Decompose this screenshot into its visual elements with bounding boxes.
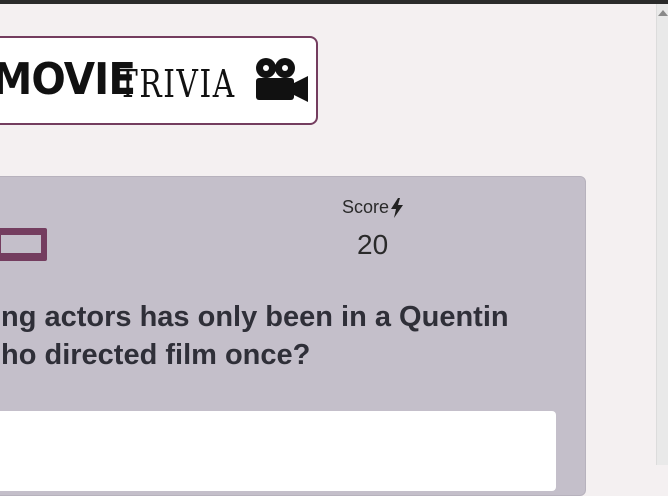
window-top-edge xyxy=(0,0,668,4)
score-label: Score xyxy=(342,197,390,217)
answer-option[interactable] xyxy=(0,411,556,491)
score-value: 20 xyxy=(357,229,389,260)
question-line-1: ng actors has only been in a Quentin xyxy=(1,301,509,333)
logo-word-movie: MOVIE xyxy=(0,54,136,105)
question-text: ng actors has only been in a Quentin ho … xyxy=(1,298,561,374)
logo-word-trivia: TRIVIA xyxy=(118,62,236,106)
question-card: Score 20 ng actors has only been in a Qu… xyxy=(0,176,586,496)
score-heading: Score xyxy=(342,197,404,218)
lightning-bolt-icon xyxy=(391,197,404,218)
scroll-up-icon[interactable] xyxy=(658,10,668,16)
vertical-scrollbar[interactable] xyxy=(656,4,668,465)
film-camera-icon xyxy=(256,58,308,102)
progress-track xyxy=(1,235,41,253)
logo-banner: MOVIE TRIVIA xyxy=(0,36,318,125)
question-line-2: ho directed film once? xyxy=(1,339,311,371)
